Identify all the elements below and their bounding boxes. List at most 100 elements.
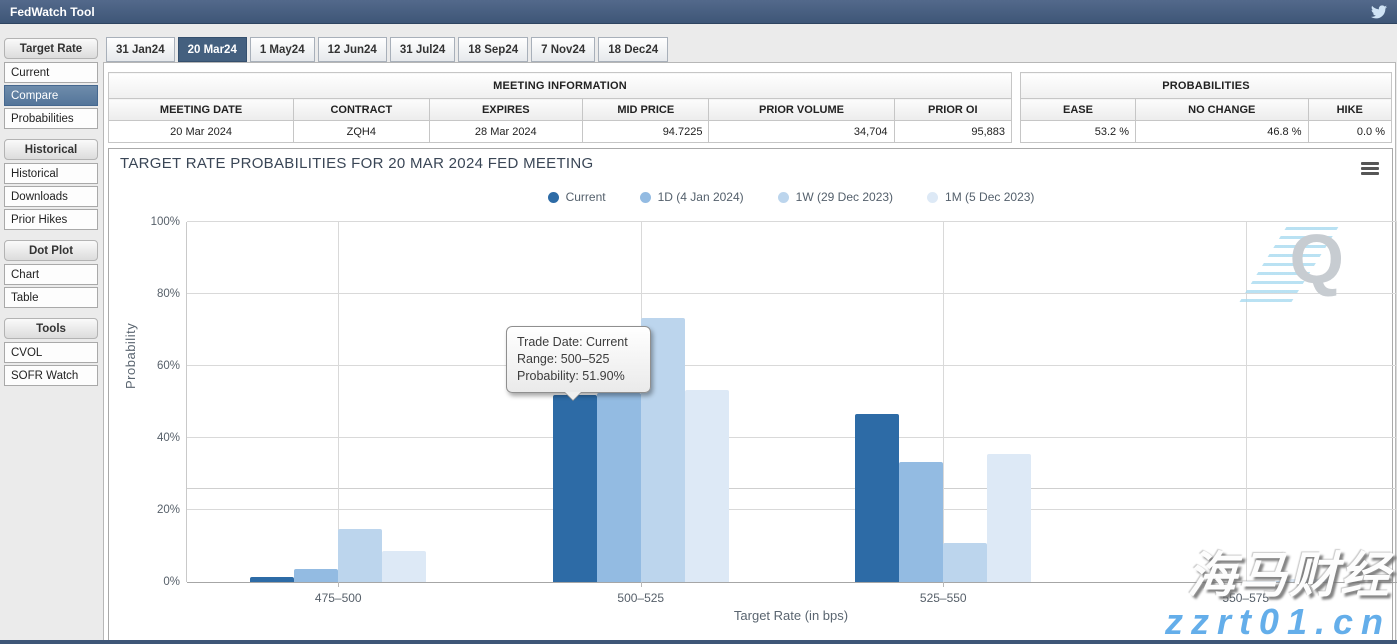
probabilities-value-ease: 53.2 % bbox=[1021, 121, 1136, 143]
bar-current-475-500[interactable] bbox=[250, 577, 294, 582]
meeting-info-value-contract: ZQH4 bbox=[294, 121, 429, 143]
bar-current-525-550[interactable] bbox=[855, 414, 899, 582]
gridline-v bbox=[1246, 222, 1247, 582]
app-title: FedWatch Tool bbox=[10, 5, 95, 19]
sidebar-item-compare[interactable]: Compare bbox=[4, 85, 98, 106]
bar-1m-5-dec-2023-475-500[interactable] bbox=[382, 551, 426, 582]
meeting-info-title: MEETING INFORMATION bbox=[109, 73, 1012, 99]
gridline-h-0 bbox=[187, 582, 1397, 583]
meeting-info-value-expires: 28 Mar 2024 bbox=[429, 121, 583, 143]
hamburger-menu-icon[interactable] bbox=[1361, 162, 1379, 175]
x-tick-label: 525–550 bbox=[920, 591, 967, 605]
plot-area: 0%20%40%60%80%100%475–500500–525525–5505… bbox=[186, 222, 1396, 582]
logo-letter: Q bbox=[1290, 221, 1344, 297]
chart-legend: Current 1D (4 Jan 2024) 1W (29 Dec 2023) 1M… bbox=[186, 190, 1396, 204]
legend-label: 1M (5 Dec 2023) bbox=[945, 190, 1034, 204]
legend-item-1m-5-dec-2023[interactable]: 1M (5 Dec 2023) bbox=[927, 190, 1034, 204]
sidebar: Target Rate CurrentCompareProbabilities Hi… bbox=[4, 38, 98, 396]
twitter-icon[interactable] bbox=[1371, 5, 1387, 19]
x-tick-label: 550–575 bbox=[1222, 591, 1269, 605]
sidebar-item-sofr-watch[interactable]: SOFR Watch bbox=[4, 365, 98, 386]
sidebar-item-prior-hikes[interactable]: Prior Hikes bbox=[4, 209, 98, 230]
legend-item-current[interactable]: Current bbox=[548, 190, 606, 204]
bar-current-500-525[interactable] bbox=[553, 395, 597, 582]
meeting-info-col-mid-price: MID PRICE bbox=[583, 99, 709, 121]
sidebar-section-target-rate: Target Rate bbox=[4, 38, 98, 59]
tab-1-may24[interactable]: 1 May24 bbox=[250, 37, 315, 62]
probabilities-col-no-change: NO CHANGE bbox=[1136, 99, 1309, 121]
meeting-info-value-prior-volume: 34,704 bbox=[709, 121, 894, 143]
y-tick-label: 80% bbox=[157, 288, 180, 300]
legend-label: Current bbox=[566, 190, 606, 204]
bar-1m-5-dec-2023-525-550[interactable] bbox=[987, 454, 1031, 582]
meeting-info-table: MEETING INFORMATIONMEETING DATECONTRACTE… bbox=[108, 72, 1012, 143]
tab-12-jun24[interactable]: 12 Jun24 bbox=[318, 37, 387, 62]
fedwatch-tool-app: FedWatch Tool Target RateCurrentCompareP… bbox=[0, 0, 1397, 644]
chart-tooltip: Trade Date: Current Range: 500–525 Proba… bbox=[506, 326, 651, 393]
legend-label: 1W (29 Dec 2023) bbox=[796, 190, 893, 204]
x-tick-mark bbox=[338, 582, 339, 587]
probabilities-title: PROBABILITIES bbox=[1021, 73, 1392, 99]
legend-dot-1w-29-dec-2023 bbox=[778, 192, 789, 203]
probabilities-value-hike: 0.0 % bbox=[1308, 121, 1392, 143]
gridline-h-20 bbox=[187, 509, 1397, 510]
legend-item-1w-29-dec-2023[interactable]: 1W (29 Dec 2023) bbox=[778, 190, 893, 204]
bar-1d-4-jan-2024-525-550[interactable] bbox=[899, 462, 943, 582]
legend-dot-current bbox=[548, 192, 559, 203]
meeting-info-col-contract: CONTRACT bbox=[294, 99, 429, 121]
y-tick-label: 100% bbox=[151, 216, 180, 228]
sidebar-item-cvol[interactable]: CVOL bbox=[4, 342, 98, 363]
x-tick-mark bbox=[943, 582, 944, 587]
bar-1m-5-dec-2023-550-575[interactable] bbox=[1290, 579, 1334, 582]
bar-1w-29-dec-2023-475-500[interactable] bbox=[338, 529, 382, 582]
bar-1w-29-dec-2023-550-575[interactable] bbox=[1246, 581, 1290, 582]
bar-1d-4-jan-2024-500-525[interactable] bbox=[597, 393, 641, 582]
y-tick-label: 0% bbox=[163, 576, 180, 588]
tooltip-range: Range: 500–525 bbox=[517, 351, 640, 368]
chart-panel: TARGET RATE PROBABILITIES FOR 20 MAR 202… bbox=[108, 148, 1393, 641]
y-tick-label: 40% bbox=[157, 432, 180, 444]
meeting-info-col-prior-oi: PRIOR OI bbox=[894, 99, 1011, 121]
content-panel: MEETING INFORMATIONMEETING DATECONTRACTE… bbox=[103, 62, 1396, 641]
gridline-h-60 bbox=[187, 365, 1397, 366]
sidebar-item-chart[interactable]: Chart bbox=[4, 264, 98, 285]
sidebar-item-historical[interactable]: Historical bbox=[4, 163, 98, 184]
probabilities-col-hike: HIKE bbox=[1308, 99, 1392, 121]
x-tick-mark bbox=[641, 582, 642, 587]
gridline-h-40 bbox=[187, 437, 1397, 438]
legend-label: 1D (4 Jan 2024) bbox=[658, 190, 744, 204]
hover-crosshair-line bbox=[187, 488, 1397, 489]
tab-20-mar24[interactable]: 20 Mar24 bbox=[178, 37, 247, 62]
tab-18-sep24[interactable]: 18 Sep24 bbox=[458, 37, 528, 62]
gridline-h-100 bbox=[187, 221, 1397, 222]
y-tick-label: 20% bbox=[157, 504, 180, 516]
x-axis-title: Target Rate (in bps) bbox=[186, 608, 1396, 623]
probabilities-value-no-change: 46.8 % bbox=[1136, 121, 1309, 143]
legend-item-1d-4-jan-2024[interactable]: 1D (4 Jan 2024) bbox=[640, 190, 744, 204]
bar-1m-5-dec-2023-500-525[interactable] bbox=[685, 390, 729, 582]
meeting-info-col-meeting-date: MEETING DATE bbox=[109, 99, 294, 121]
sidebar-section-dot-plot: Dot Plot bbox=[4, 240, 98, 261]
gridline-h-80 bbox=[187, 293, 1397, 294]
app-header: FedWatch Tool bbox=[0, 0, 1397, 24]
sidebar-item-probabilities[interactable]: Probabilities bbox=[4, 108, 98, 129]
tab-31-jan24[interactable]: 31 Jan24 bbox=[106, 37, 175, 62]
y-tick-label: 60% bbox=[157, 360, 180, 372]
meeting-info-value-meeting-date: 20 Mar 2024 bbox=[109, 121, 294, 143]
sidebar-item-table[interactable]: Table bbox=[4, 287, 98, 308]
sidebar-item-current[interactable]: Current bbox=[4, 62, 98, 83]
tab-18-dec24[interactable]: 18 Dec24 bbox=[598, 37, 668, 62]
tab-7-nov24[interactable]: 7 Nov24 bbox=[531, 37, 595, 62]
chart-title: TARGET RATE PROBABILITIES FOR 20 MAR 202… bbox=[120, 155, 594, 172]
meeting-info-col-prior-volume: PRIOR VOLUME bbox=[709, 99, 894, 121]
tab-31-jul24[interactable]: 31 Jul24 bbox=[390, 37, 455, 62]
bar-1w-29-dec-2023-525-550[interactable] bbox=[943, 543, 987, 582]
sidebar-section-historical: Historical bbox=[4, 139, 98, 160]
sidebar-item-downloads[interactable]: Downloads bbox=[4, 186, 98, 207]
x-tick-label: 500–525 bbox=[617, 591, 664, 605]
meeting-tabs: 31 Jan2420 Mar241 May2412 Jun2431 Jul241… bbox=[106, 37, 671, 62]
meeting-info-col-expires: EXPIRES bbox=[429, 99, 583, 121]
legend-dot-1d-4-jan-2024 bbox=[640, 192, 651, 203]
bar-1d-4-jan-2024-475-500[interactable] bbox=[294, 569, 338, 582]
bottom-bar bbox=[0, 640, 1397, 644]
